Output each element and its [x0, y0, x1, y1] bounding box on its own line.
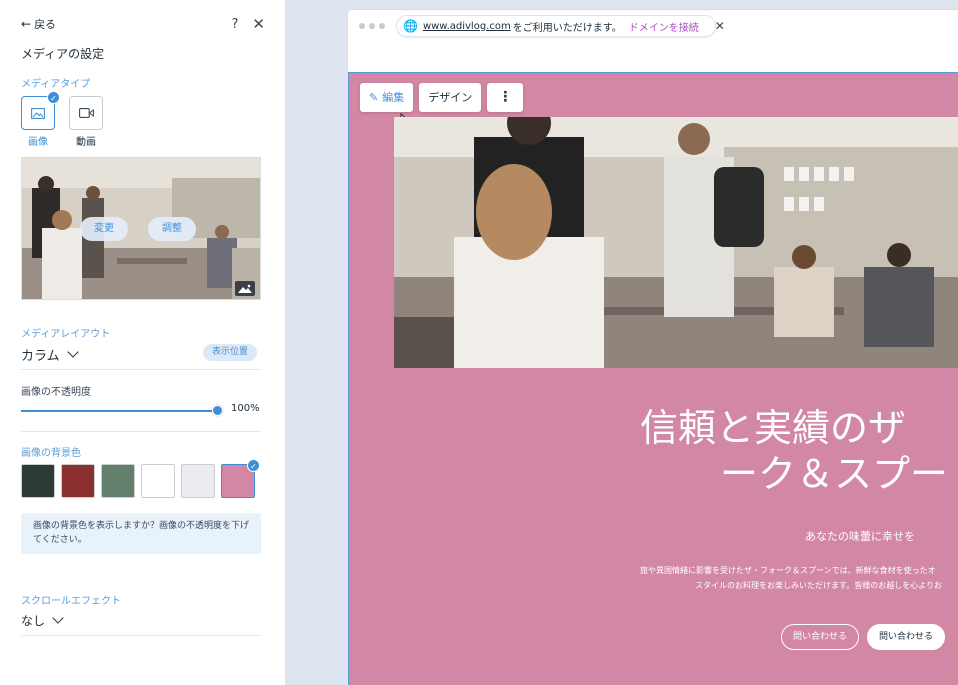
scroll-effect-label: スクロールエフェクト: [21, 596, 121, 607]
image-icon: [31, 107, 45, 119]
arrow-left-icon: ←: [21, 17, 32, 31]
connect-domain-link[interactable]: ドメインを接続: [629, 19, 699, 34]
adjust-media-button[interactable]: 調整: [148, 217, 196, 241]
divider: [21, 369, 261, 370]
contact-button-outline[interactable]: 問い合わせる: [781, 624, 860, 650]
element-toolbar: ✎ 編集 デザイン ⋮: [360, 83, 524, 112]
hero-headline[interactable]: 信頼と実績のザ ーク＆スプー: [640, 405, 958, 496]
design-button[interactable]: デザイン: [419, 83, 482, 112]
info-message: 画像の背景色を表示しますか？画像の不透明度を下げてください。: [21, 513, 261, 554]
color-swatch[interactable]: [141, 464, 175, 498]
cafe-hero-image: [394, 117, 958, 368]
media-type-image-label: 画像: [28, 137, 48, 148]
color-swatch[interactable]: ✓: [221, 459, 260, 498]
check-icon: ✓: [47, 91, 60, 104]
layout-value: カラム: [21, 349, 60, 364]
media-settings-panel: ← 戻る ? ✕ メディアの設定 メディアタイプ ✓ 画像 動画 変更 調整 メ…: [0, 0, 285, 685]
back-label: 戻る: [34, 18, 57, 31]
image-settings-icon[interactable]: [235, 281, 255, 296]
panel-topbar: ← 戻る ? ✕: [21, 16, 265, 32]
back-button[interactable]: ← 戻る: [21, 16, 56, 32]
cafe-thumbnail-image: [22, 158, 260, 299]
body-line-2: スタイルのお料理をお楽しみいただけます。皆様のお越しを心よりお: [695, 581, 943, 590]
pencil-icon: ✎: [369, 91, 379, 104]
globe-icon: 🌐: [403, 19, 418, 33]
opacity-value[interactable]: 100%: [231, 403, 260, 414]
mountain-icon: [238, 284, 252, 293]
domain-banner: 🌐 www.adivlog.com をご利用いただけます。 ドメインを接続 ✕: [396, 15, 725, 37]
body-line-1: 旅や異国情緒に影響を受けたザ・フォーク＆スプーンでは、新鮮な食材を使ったオ: [640, 566, 936, 575]
image-opacity-label: 画像の不透明度: [21, 387, 91, 398]
scroll-effect-value: なし: [21, 614, 46, 628]
video-icon: [78, 108, 94, 118]
chevron-down-icon: [52, 612, 64, 624]
hero-image[interactable]: [394, 117, 958, 368]
media-type-image-button[interactable]: ✓: [21, 91, 60, 130]
hero-body-text[interactable]: 旅や異国情緒に影響を受けたザ・フォーク＆スプーンでは、新鮮な食材を使ったオ スタ…: [640, 563, 958, 590]
panel-title: メディアの設定: [21, 47, 105, 61]
site-url-link[interactable]: www.adivlog.com: [423, 21, 511, 32]
color-swatch[interactable]: [61, 464, 95, 498]
edit-label: 編集: [382, 91, 405, 104]
divider: [21, 431, 261, 432]
media-type-video-button[interactable]: [69, 96, 103, 130]
contact-button-solid[interactable]: 問い合わせる: [867, 624, 946, 650]
hero-subheading[interactable]: あなたの味蕾に幸せを: [805, 528, 915, 544]
change-media-button[interactable]: 変更: [80, 217, 128, 241]
color-swatch[interactable]: [181, 464, 215, 498]
close-icon[interactable]: ✕: [252, 16, 265, 32]
check-icon: ✓: [247, 459, 260, 472]
headline-line-2: ーク＆スプー: [720, 452, 949, 496]
display-position-button[interactable]: 表示位置: [203, 344, 258, 361]
url-suffix: をご利用いただけます。: [512, 22, 622, 34]
layout-dropdown[interactable]: カラム: [21, 345, 79, 364]
color-swatch[interactable]: [101, 464, 135, 498]
media-type-label: メディアタイプ: [21, 79, 91, 90]
chevron-down-icon: [66, 346, 79, 358]
color-swatch[interactable]: [21, 464, 55, 498]
media-layout-label: メディアレイアウト: [21, 329, 111, 340]
more-options-button[interactable]: ⋮: [487, 83, 524, 112]
image-bg-color-label: 画像の背景色: [21, 448, 81, 459]
editor-canvas: 🌐 www.adivlog.com をご利用いただけます。 ドメインを接続 ✕ …: [285, 0, 958, 685]
close-icon[interactable]: ✕: [715, 19, 725, 33]
opacity-slider-track[interactable]: [21, 410, 218, 412]
window-dots: [359, 23, 385, 29]
media-thumbnail[interactable]: [21, 157, 261, 300]
media-type-video-label: 動画: [76, 137, 96, 148]
headline-line-1: 信頼と実績のザ: [640, 406, 907, 450]
divider: [21, 635, 261, 636]
help-button[interactable]: ?: [232, 17, 239, 32]
edit-button[interactable]: ✎ 編集: [360, 83, 414, 112]
browser-frame: 🌐 www.adivlog.com をご利用いただけます。 ドメインを接続 ✕: [348, 10, 958, 72]
scroll-effect-dropdown[interactable]: なし: [21, 612, 64, 629]
opacity-slider-handle[interactable]: [212, 405, 223, 416]
